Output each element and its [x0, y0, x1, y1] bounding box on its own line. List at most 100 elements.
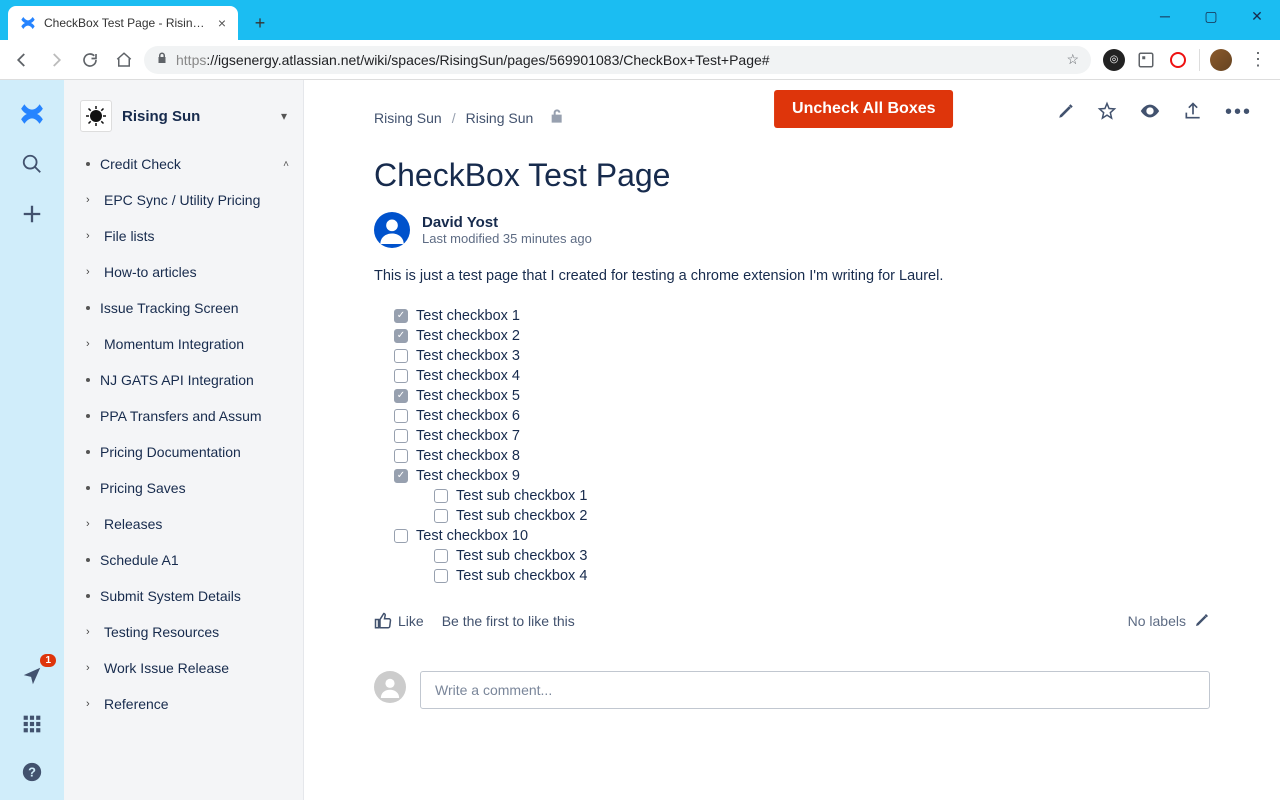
- sidebar-item-label: NJ GATS API Integration: [100, 372, 254, 388]
- bullet-icon: [86, 594, 90, 598]
- checkbox-label: Test checkbox 4: [416, 368, 520, 384]
- checkbox[interactable]: [434, 569, 448, 583]
- watch-icon[interactable]: [1139, 100, 1161, 125]
- checkbox[interactable]: [394, 529, 408, 543]
- share-icon[interactable]: [1183, 101, 1203, 124]
- help-icon[interactable]: ?: [16, 756, 48, 788]
- sidebar-item[interactable]: ›EPC Sync / Utility Pricing: [64, 182, 303, 218]
- like-row: Like Be the first to like this No labels: [304, 586, 1280, 631]
- sidebar-item[interactable]: Schedule A1: [64, 542, 303, 578]
- close-tab-icon[interactable]: ×: [218, 15, 226, 31]
- sidebar-item[interactable]: Pricing Saves: [64, 470, 303, 506]
- sidebar-item[interactable]: ›File lists: [64, 218, 303, 254]
- space-header[interactable]: Rising Sun ▾: [64, 90, 303, 146]
- extension-icon-1[interactable]: ◎: [1103, 49, 1125, 71]
- chevron-up-icon: ˄: [283, 159, 289, 170]
- bullet-icon: [86, 414, 90, 418]
- checkbox[interactable]: [394, 349, 408, 363]
- unrestricted-icon[interactable]: [549, 108, 565, 127]
- chevron-down-icon[interactable]: ▾: [281, 109, 287, 123]
- sidebar-item[interactable]: Submit System Details: [64, 578, 303, 614]
- breadcrumb-item[interactable]: Rising Sun: [374, 110, 442, 126]
- browser-tab[interactable]: CheckBox Test Page - Rising Sun ×: [8, 6, 238, 40]
- sidebar-item[interactable]: Pricing Documentation: [64, 434, 303, 470]
- checkbox-label: Test checkbox 2: [416, 328, 520, 344]
- minimize-button[interactable]: ─: [1142, 0, 1188, 32]
- close-window-button[interactable]: ✕: [1234, 0, 1280, 32]
- search-icon[interactable]: [16, 148, 48, 180]
- checkbox-label: Test checkbox 9: [416, 468, 520, 484]
- extension-icon-2[interactable]: [1135, 49, 1157, 71]
- sidebar-item[interactable]: ›Releases: [64, 506, 303, 542]
- checkbox-label: Test checkbox 7: [416, 428, 520, 444]
- checkbox[interactable]: [394, 369, 408, 383]
- more-actions-icon[interactable]: •••: [1225, 101, 1252, 124]
- checkbox[interactable]: ✓: [394, 389, 408, 403]
- checkbox-row: Test checkbox 6: [394, 406, 1210, 426]
- sidebar-item-label: Work Issue Release: [104, 660, 229, 676]
- sidebar-item[interactable]: ›Reference: [64, 686, 303, 722]
- no-labels-text: No labels: [1128, 613, 1186, 629]
- checkbox[interactable]: ✓: [394, 309, 408, 323]
- confluence-app: 1 ? Rising Sun ▾ Credit Check ˄ ›EPC Sync …: [0, 80, 1280, 800]
- profile-avatar-icon[interactable]: [1210, 49, 1232, 71]
- sidebar-item[interactable]: Issue Tracking Screen: [64, 290, 303, 326]
- home-button[interactable]: [110, 46, 138, 74]
- sidebar-item-label: How-to articles: [104, 264, 197, 280]
- sidebar-item[interactable]: NJ GATS API Integration: [64, 362, 303, 398]
- sidebar-item[interactable]: › How-to articles: [64, 254, 303, 290]
- page-tree: Credit Check ˄ ›EPC Sync / Utility Pricing…: [64, 146, 303, 722]
- checkbox[interactable]: [394, 409, 408, 423]
- sidebar-item[interactable]: PPA Transfers and Assum: [64, 398, 303, 434]
- checkbox[interactable]: [394, 429, 408, 443]
- sidebar-item[interactable]: ›Momentum Integration: [64, 326, 303, 362]
- chevron-right-icon: ›: [86, 266, 94, 278]
- confluence-logo-icon[interactable]: [16, 98, 48, 130]
- maximize-button[interactable]: ▢: [1188, 0, 1234, 32]
- notifications-icon[interactable]: 1: [16, 660, 48, 692]
- sidebar-item-label: Submit System Details: [100, 588, 241, 604]
- last-modified: Last modified 35 minutes ago: [422, 231, 592, 246]
- comment-section: Write a comment...: [304, 631, 1280, 709]
- sidebar-item-label: Releases: [104, 516, 162, 532]
- bookmark-star-icon[interactable]: ☆: [1066, 51, 1079, 68]
- sidebar-item[interactable]: Credit Check ˄: [64, 146, 303, 182]
- checkbox[interactable]: ✓: [394, 469, 408, 483]
- comment-input[interactable]: Write a comment...: [420, 671, 1210, 709]
- checkbox[interactable]: [434, 489, 448, 503]
- reload-button[interactable]: [76, 46, 104, 74]
- app-switcher-icon[interactable]: [16, 708, 48, 740]
- checkbox-label: Test checkbox 8: [416, 448, 520, 464]
- checkbox[interactable]: ✓: [394, 329, 408, 343]
- separator: [1199, 49, 1200, 71]
- space-logo-icon: [80, 100, 112, 132]
- checkbox[interactable]: [434, 549, 448, 563]
- author-avatar-icon[interactable]: [374, 212, 410, 248]
- chevron-right-icon: ›: [86, 626, 94, 638]
- comment-avatar-icon: [374, 671, 406, 703]
- checkbox[interactable]: [394, 449, 408, 463]
- uncheck-all-button[interactable]: Uncheck All Boxes: [774, 90, 953, 128]
- chevron-right-icon: ›: [86, 194, 94, 206]
- sidebar-item[interactable]: ›Work Issue Release: [64, 650, 303, 686]
- checkbox[interactable]: [434, 509, 448, 523]
- extension-icon-3[interactable]: [1167, 49, 1189, 71]
- checkbox-label: Test checkbox 10: [416, 528, 528, 544]
- edit-icon[interactable]: [1057, 102, 1075, 123]
- star-icon[interactable]: [1097, 101, 1117, 124]
- checkbox-label: Test sub checkbox 2: [456, 508, 587, 524]
- labels-section: No labels: [1128, 612, 1210, 631]
- create-icon[interactable]: [16, 198, 48, 230]
- like-button[interactable]: Like: [374, 612, 424, 630]
- bullet-icon: [86, 378, 90, 382]
- sidebar-item-label: Credit Check: [100, 156, 181, 172]
- edit-labels-icon[interactable]: [1194, 612, 1210, 631]
- address-bar[interactable]: https://igsenergy.atlassian.net/wiki/spa…: [144, 46, 1091, 74]
- chrome-menu-button[interactable]: ⋮: [1244, 49, 1272, 70]
- back-button[interactable]: [8, 46, 36, 74]
- checkbox-row: Test checkbox 3: [394, 346, 1210, 366]
- breadcrumb-item[interactable]: Rising Sun: [466, 110, 534, 126]
- sidebar-item[interactable]: ›Testing Resources: [64, 614, 303, 650]
- author-name[interactable]: David Yost: [422, 214, 592, 231]
- new-tab-button[interactable]: +: [246, 9, 274, 37]
